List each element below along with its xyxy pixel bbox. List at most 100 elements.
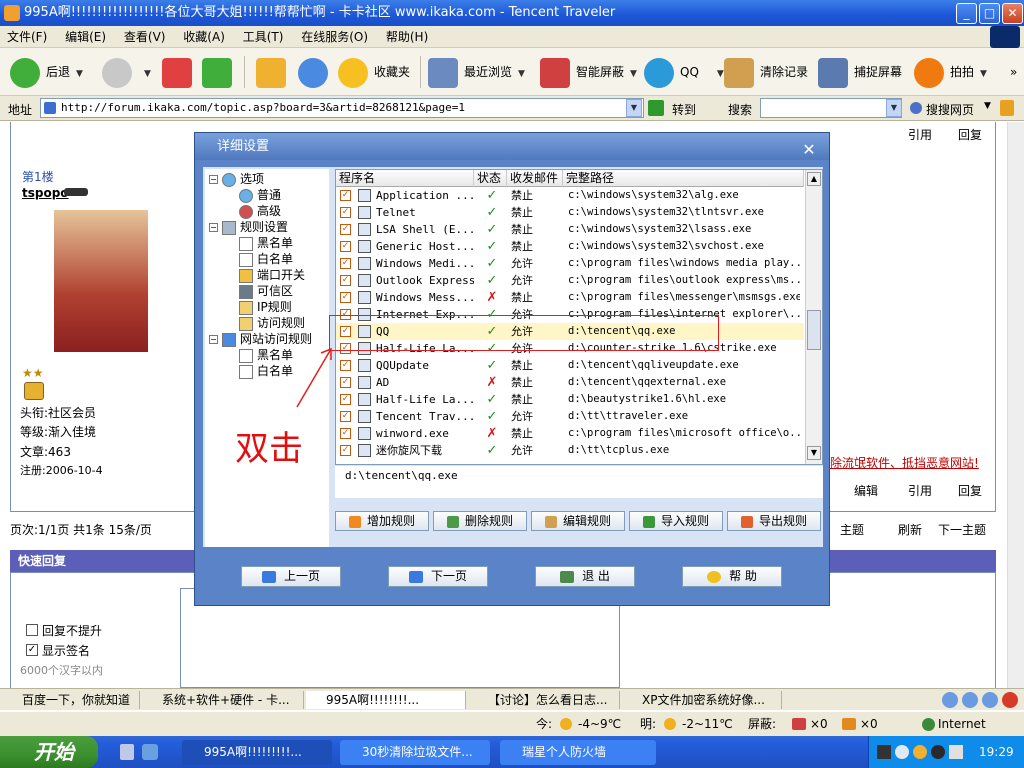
search-dropdown-button[interactable]: ▼ [886,99,902,117]
tab-discussion-log[interactable]: 【讨论】怎么看日志... [468,691,620,709]
collapse-icon[interactable]: − [209,223,218,232]
task-rising-firewall[interactable]: 瑞星个人防火墙 [500,740,656,765]
speaker-icon[interactable] [949,745,963,759]
col-mail[interactable]: 收发邮件 [507,170,563,187]
menu-edit[interactable]: 编辑(E) [58,26,113,48]
enable-checkbox[interactable]: ✓ [340,275,351,286]
home-button[interactable] [256,54,292,90]
chevron-down-icon[interactable]: ▼ [76,69,83,79]
next-page-button[interactable]: 下一页 [388,566,488,587]
tree-node-options[interactable]: − 选项 [209,171,264,187]
keyboard-icon[interactable] [877,745,891,759]
menu-file[interactable]: 文件(F) [0,26,54,48]
tree-node-ip-rules[interactable]: IP规则 [239,299,292,315]
table-row[interactable]: ✓ Generic Host... ✓ 禁止 c:\windows\system32\s… [336,238,804,255]
post-author[interactable]: tspopo [22,186,69,200]
edit-rule-button[interactable]: 编辑规则 [531,511,625,531]
address-dropdown-button[interactable]: ▼ [626,99,642,117]
enable-checkbox[interactable]: ✓ [340,394,351,405]
collapse-icon[interactable]: − [209,175,218,184]
mail-permission[interactable]: 允许 [511,272,561,289]
maximize-button[interactable]: □ [979,3,1000,24]
menu-online-service[interactable]: 在线服务(O) [294,26,375,48]
clear-history-button[interactable]: 清除记录 [724,54,808,90]
mail-permission[interactable]: 禁止 [511,425,561,442]
status-allowed-icon[interactable]: ✓ [482,408,502,425]
mail-permission[interactable]: 禁止 [511,357,561,374]
scroll-up-icon[interactable]: ▲ [807,172,821,186]
import-rule-button[interactable]: 导入规则 [629,511,723,531]
chevron-down-icon[interactable]: ▼ [518,69,525,79]
status-denied-icon[interactable]: ✗ [482,425,502,442]
edit-link[interactable]: 编辑 [854,482,878,499]
next-topic-link[interactable]: 下一主题 [938,521,986,538]
collapse-icon[interactable]: − [209,335,218,344]
tree-node-rules[interactable]: − 规则设置 [209,219,288,235]
delete-rule-button[interactable]: 删除规则 [433,511,527,531]
clock[interactable]: 19:29 [979,736,1014,768]
show-sign-checkbox[interactable]: ✓ [26,644,38,656]
pencil-icon[interactable] [1000,100,1014,116]
search-input[interactable] [760,98,902,118]
forward-button[interactable]: ▼ [102,54,151,90]
tree-node-general[interactable]: 普通 [239,187,281,203]
menu-tools[interactable]: 工具(T) [236,26,291,48]
status-allowed-icon[interactable]: ✓ [482,221,502,238]
mail-permission[interactable]: 禁止 [511,374,561,391]
table-row[interactable]: ✓ winword.exe ✗ 禁止 c:\program files\microsof… [336,425,804,442]
enable-checkbox[interactable]: ✓ [340,292,351,303]
enable-checkbox[interactable]: ✓ [340,428,351,439]
tab-scroll-icon[interactable] [942,692,958,708]
menu-view[interactable]: 查看(V) [117,26,173,48]
table-scrollbar[interactable]: ▲ ▼ [805,170,822,464]
chevron-down-icon[interactable]: ▼ [144,69,151,79]
close-window-button[interactable]: ✕ [1002,3,1023,24]
tab-close-icon[interactable] [1002,692,1018,708]
table-row[interactable]: ✓ Application ... ✓ 禁止 c:\windows\system32\a… [336,187,804,204]
quote-link-top[interactable]: 引用 [908,126,932,143]
tree-node-blacklist[interactable]: 黑名单 [239,235,293,251]
quicklaunch-icon[interactable] [120,744,134,760]
refresh-link[interactable]: 刷新 [898,521,922,538]
menu-favorites[interactable]: 收藏(A) [176,26,232,48]
search-web-button[interactable]: 搜搜网页 [926,101,974,118]
capture-screen-button[interactable]: 捕捉屏幕 [818,54,902,90]
tray-qq-icon[interactable] [931,745,945,759]
enable-checkbox[interactable]: ✓ [340,360,351,371]
toolbar-more-button[interactable]: » [1010,54,1017,90]
exit-button[interactable]: 退 出 [535,566,635,587]
tree-node-port-switch[interactable]: 端口开关 [239,267,305,283]
prev-page-button[interactable]: 上一页 [241,566,341,587]
mail-permission[interactable]: 允许 [511,408,561,425]
tray-arrow-icon[interactable] [895,745,909,759]
page-scrollbar[interactable] [1007,122,1024,688]
tray-browser-icon[interactable] [913,745,927,759]
mail-permission[interactable]: 禁止 [511,391,561,408]
go-button[interactable]: 转到 [672,101,696,118]
help-button[interactable]: 帮 助 [682,566,782,587]
chevron-down-icon[interactable]: ▼ [984,101,991,111]
status-denied-icon[interactable]: ✗ [482,289,502,306]
enable-checkbox[interactable]: ✓ [340,207,351,218]
tab-list-icon[interactable] [962,692,978,708]
tree-node-site-blacklist[interactable]: 黑名单 [239,347,293,363]
enable-checkbox[interactable]: ✓ [340,377,351,388]
mail-permission[interactable]: 禁止 [511,187,561,204]
table-row[interactable]: ✓ Tencent Trav... ✓ 允许 d:\tt\ttraveler.exe [336,408,804,425]
add-rule-button[interactable]: 增加规则 [335,511,429,531]
mail-permission[interactable]: 允许 [511,255,561,272]
status-denied-icon[interactable]: ✗ [482,374,502,391]
go-arrow-icon[interactable] [648,100,664,116]
history-button[interactable] [298,54,334,90]
table-row[interactable]: ✓ Outlook Express ✓ 允许 c:\program files\outl… [336,272,804,289]
start-button[interactable]: 开始 [0,736,98,768]
prev-topic-link[interactable]: 主题 [840,521,864,538]
chevron-down-icon[interactable]: ▼ [717,69,724,79]
tab-ikaka-system[interactable]: 系统+软件+硬件 - 卡... [142,691,304,709]
table-row[interactable]: ✓ AD ✗ 禁止 d:\tencent\qqexternal.exe [336,374,804,391]
task-junk-cleaner[interactable]: 30秒清除垃圾文件... [340,740,490,765]
enable-checkbox[interactable]: ✓ [340,258,351,269]
table-row[interactable]: ✓ Windows Mess... ✗ 禁止 c:\program files\mess… [336,289,804,306]
status-allowed-icon[interactable]: ✓ [482,391,502,408]
enable-checkbox[interactable]: ✓ [340,241,351,252]
